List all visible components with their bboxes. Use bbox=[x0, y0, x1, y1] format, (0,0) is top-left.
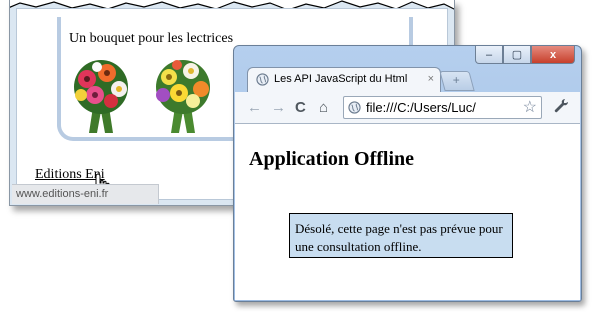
browser-tab[interactable]: Les API JavaScript du Html × bbox=[247, 67, 441, 92]
window-controls: – ▢ x bbox=[475, 46, 575, 64]
bookmark-star-icon[interactable]: ☆ bbox=[523, 97, 537, 117]
wrench-icon[interactable] bbox=[553, 98, 569, 118]
wrench-icon-shape bbox=[554, 99, 568, 113]
tab-close-icon[interactable]: × bbox=[428, 73, 434, 85]
new-tab-button[interactable]: + bbox=[439, 71, 475, 91]
chrome-page-icon bbox=[256, 73, 269, 86]
page-content: Application Offline Désolé, cette page n… bbox=[235, 124, 580, 300]
tab-title: Les API JavaScript du Html bbox=[274, 73, 408, 85]
bouquet-caption: Un bouquet pour les lectrices bbox=[69, 31, 234, 46]
address-bar[interactable]: file:///C:/Users/Luc/ ☆ bbox=[343, 96, 542, 119]
maximize-button[interactable]: ▢ bbox=[503, 46, 531, 64]
home-icon[interactable]: ⌂ bbox=[319, 99, 328, 116]
chrome-page-icon bbox=[348, 101, 361, 114]
minimize-button[interactable]: – bbox=[475, 46, 503, 64]
plus-icon: + bbox=[452, 73, 460, 87]
status-url: www.editions-eni.fr bbox=[16, 188, 109, 200]
reload-icon[interactable]: C bbox=[295, 99, 306, 116]
browser-toolbar: ← → C ⌂ file:///C:/Users/Luc/ ☆ bbox=[235, 92, 580, 124]
flower-bouquet-image bbox=[156, 60, 210, 133]
address-text: file:///C:/Users/Luc/ bbox=[366, 100, 476, 115]
forward-arrow-icon[interactable]: → bbox=[271, 99, 286, 116]
page-title: Application Offline bbox=[249, 148, 415, 170]
close-button[interactable]: x bbox=[531, 46, 575, 64]
flower-bouquet-image bbox=[74, 60, 128, 133]
browser-window: – ▢ x Les API JavaScript du Html × + ← →… bbox=[233, 45, 582, 302]
back-arrow-icon[interactable]: ← bbox=[247, 99, 262, 116]
status-bar: www.editions-eni.fr bbox=[12, 184, 159, 204]
offline-message: Désolé, cette page n'est pas prévue pour… bbox=[289, 213, 513, 258]
